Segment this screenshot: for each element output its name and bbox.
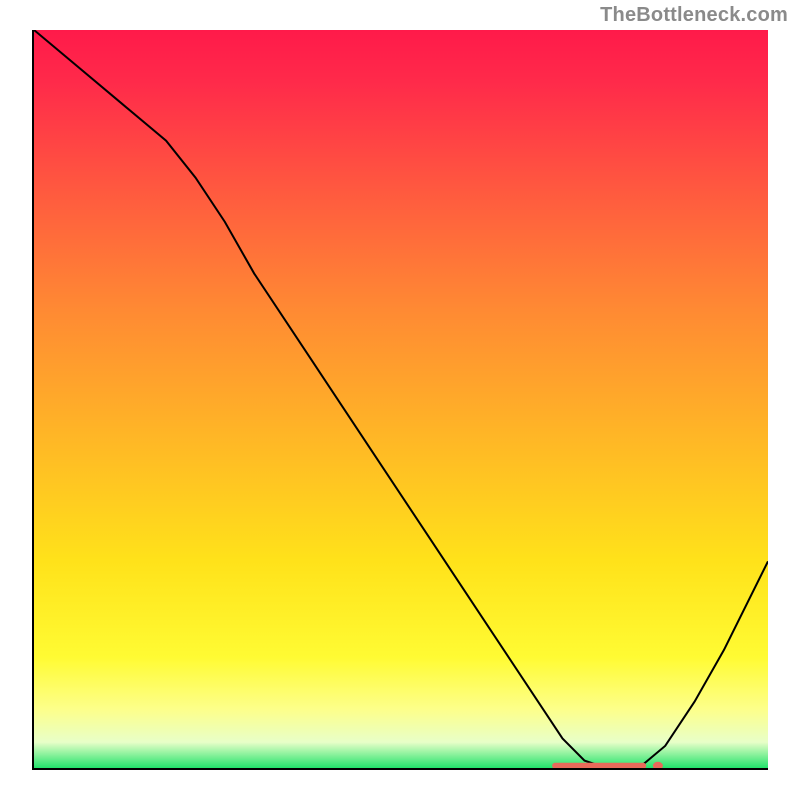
chart-background — [34, 30, 768, 768]
attribution-label: TheBottleneck.com — [600, 4, 788, 27]
chart-svg — [34, 30, 768, 768]
chart-plot-area — [34, 30, 768, 768]
